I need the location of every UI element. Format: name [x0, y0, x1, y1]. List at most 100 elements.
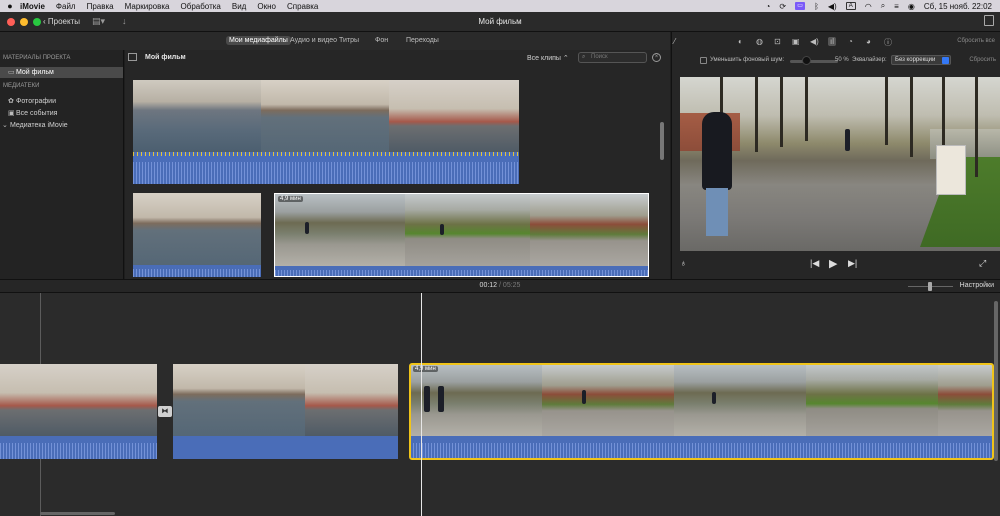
- reset-button[interactable]: Сбросить: [969, 57, 996, 63]
- play-icon[interactable]: ▶: [829, 257, 837, 270]
- fullscreen-icon[interactable]: ⤢: [979, 258, 986, 269]
- media-browser: Мой фильм Все клипы ⌃ ⌕ Поиск × 4,9 мин: [125, 50, 670, 279]
- clip-filter-select[interactable]: Все клипы ⌃: [527, 54, 569, 62]
- transition-icon[interactable]: ⧓: [158, 406, 172, 417]
- viewer-tree: [975, 77, 978, 177]
- sidebar-toggle-icon[interactable]: [128, 53, 137, 61]
- clip-thumbnail: [530, 194, 648, 266]
- clip-thumbnail: [405, 194, 530, 266]
- crop-icon[interactable]: ⊡: [774, 37, 781, 46]
- tab-audio-video[interactable]: Аудио и видео: [287, 36, 340, 45]
- viewer-tree: [885, 77, 888, 145]
- total-time: 05:25: [502, 282, 521, 289]
- person-figure: [582, 390, 586, 404]
- control-center-icon[interactable]: ≡: [894, 2, 899, 11]
- bluetooth-icon[interactable]: ᛒ: [814, 2, 819, 11]
- browser-clip[interactable]: [133, 80, 519, 184]
- menu-edit[interactable]: Правка: [87, 2, 114, 11]
- tab-titles[interactable]: Титры: [336, 36, 362, 45]
- photos-icon: ✿: [8, 98, 14, 105]
- volume-icon[interactable]: ◀): [828, 2, 837, 11]
- browser-clip[interactable]: 4,9 мин: [274, 193, 649, 277]
- sidebar-item-my-movie[interactable]: ▭Мой фильм: [0, 67, 123, 78]
- sync-icon[interactable]: ⟳: [779, 2, 786, 11]
- audio-waveform: [133, 152, 519, 184]
- viewer-person: [702, 112, 732, 242]
- noise-reduction-controls: Уменьшить фоновый шум: 50 % Эквалайзер: …: [672, 54, 1000, 68]
- sidebar-item-library[interactable]: ⌄ Медиатека iMovie: [0, 120, 123, 131]
- menubar-clock[interactable]: Сб, 15 нояб. 22:02: [924, 2, 992, 11]
- equalizer-select[interactable]: Без коррекции: [891, 55, 951, 65]
- menu-file[interactable]: Файл: [56, 2, 76, 11]
- clip-filter-icon[interactable]: ◕: [866, 37, 871, 46]
- speed-icon[interactable]: ◔: [848, 37, 853, 46]
- status-icon[interactable]: ◔: [766, 2, 771, 11]
- equalizer-value: Без коррекции: [895, 57, 936, 63]
- browser-scrollbar[interactable]: [660, 122, 664, 160]
- sidebar-item-all-events[interactable]: ▣Все события: [0, 108, 123, 119]
- viewer-tree: [910, 77, 913, 157]
- audio-waveform: [0, 436, 157, 459]
- clip-thumbnail: [674, 364, 806, 436]
- share-icon[interactable]: [984, 15, 994, 26]
- window-title: Мой фильм: [478, 17, 522, 26]
- viewer-sign: [936, 145, 966, 195]
- timeline-settings-button[interactable]: Настройки: [960, 282, 994, 289]
- search-menu-icon[interactable]: ⌕: [881, 1, 885, 11]
- menu-app[interactable]: iMovie: [20, 2, 45, 11]
- tab-backgrounds[interactable]: Фон: [372, 36, 391, 45]
- menu-view[interactable]: Вид: [232, 2, 246, 11]
- color-correction-icon[interactable]: ◍: [756, 37, 763, 46]
- noise-reduction-checkbox[interactable]: [700, 57, 707, 64]
- noise-reduction-slider-knob[interactable]: [802, 56, 811, 65]
- menu-mark[interactable]: Маркировка: [125, 2, 170, 11]
- clip-thumbnail: [261, 80, 389, 152]
- menu-window[interactable]: Окно: [257, 2, 276, 11]
- timeline-clip[interactable]: [173, 364, 398, 459]
- events-icon: ▣: [8, 110, 15, 117]
- color-balance-icon[interactable]: ◐: [738, 37, 743, 46]
- clip-duration-label: 4,9 мин: [413, 366, 438, 372]
- siri-icon[interactable]: ◉: [908, 2, 915, 11]
- clear-search-icon[interactable]: ×: [652, 53, 661, 62]
- input-source-icon[interactable]: A: [845, 2, 856, 10]
- viewer-tree: [805, 77, 808, 141]
- timeline-vertical-scrollbar[interactable]: [994, 301, 998, 461]
- tab-transitions[interactable]: Переходы: [403, 36, 442, 45]
- film-icon: ▭: [8, 69, 15, 76]
- timeline-clip[interactable]: [0, 364, 157, 459]
- wifi-icon[interactable]: ◠: [865, 2, 872, 11]
- screen-record-icon[interactable]: ▭: [795, 2, 806, 10]
- apple-menu-icon[interactable]: ●: [0, 1, 20, 11]
- person-figure: [305, 222, 309, 234]
- person-figure: [440, 224, 444, 235]
- noise-reduction-slider[interactable]: [790, 60, 838, 63]
- toolbar: ‹ Проекты ▤▾ ↓ Мой фильм: [0, 12, 1000, 32]
- microphone-icon[interactable]: ♁: [680, 258, 687, 268]
- skip-forward-icon[interactable]: ▶|: [848, 258, 857, 269]
- menu-help[interactable]: Справка: [287, 2, 318, 11]
- timeline: ⧓ 4,9 мин: [0, 293, 1000, 516]
- video-viewer[interactable]: [680, 77, 1000, 251]
- magic-wand-icon[interactable]: ⁄: [674, 37, 675, 46]
- volume-adjust-icon[interactable]: ◀): [810, 37, 819, 46]
- menu-modify[interactable]: Обработка: [181, 2, 221, 11]
- info-icon[interactable]: ⓘ: [884, 37, 892, 48]
- sidebar-item-photos[interactable]: ✿ Фотографии: [0, 96, 123, 107]
- clip-duration-label: 4,9 мин: [278, 196, 303, 202]
- noise-reduction-icon[interactable]: ıl: [828, 37, 836, 46]
- timeline-horizontal-scrollbar[interactable]: [40, 512, 115, 515]
- timeline-header: 00:12 / 05:25 Настройки: [0, 279, 1000, 293]
- skip-back-icon[interactable]: |◀: [810, 258, 819, 269]
- stabilization-icon[interactable]: ▣: [792, 37, 800, 46]
- tab-my-media[interactable]: Мои медиафайлы: [226, 36, 291, 45]
- timeline-zoom-knob[interactable]: [928, 282, 932, 291]
- chevron-down-icon: ⌄: [2, 122, 8, 129]
- timeline-clip-selected[interactable]: 4,9 мин: [410, 364, 993, 459]
- playhead[interactable]: [421, 293, 422, 516]
- search-input[interactable]: ⌕ Поиск: [578, 52, 647, 63]
- reset-all-button[interactable]: Сбросить все: [957, 38, 995, 44]
- playback-controls: ♁ |◀ ▶ ▶| ⤢: [672, 258, 1000, 274]
- browser-clip[interactable]: [133, 193, 261, 277]
- audio-waveform: [133, 265, 261, 277]
